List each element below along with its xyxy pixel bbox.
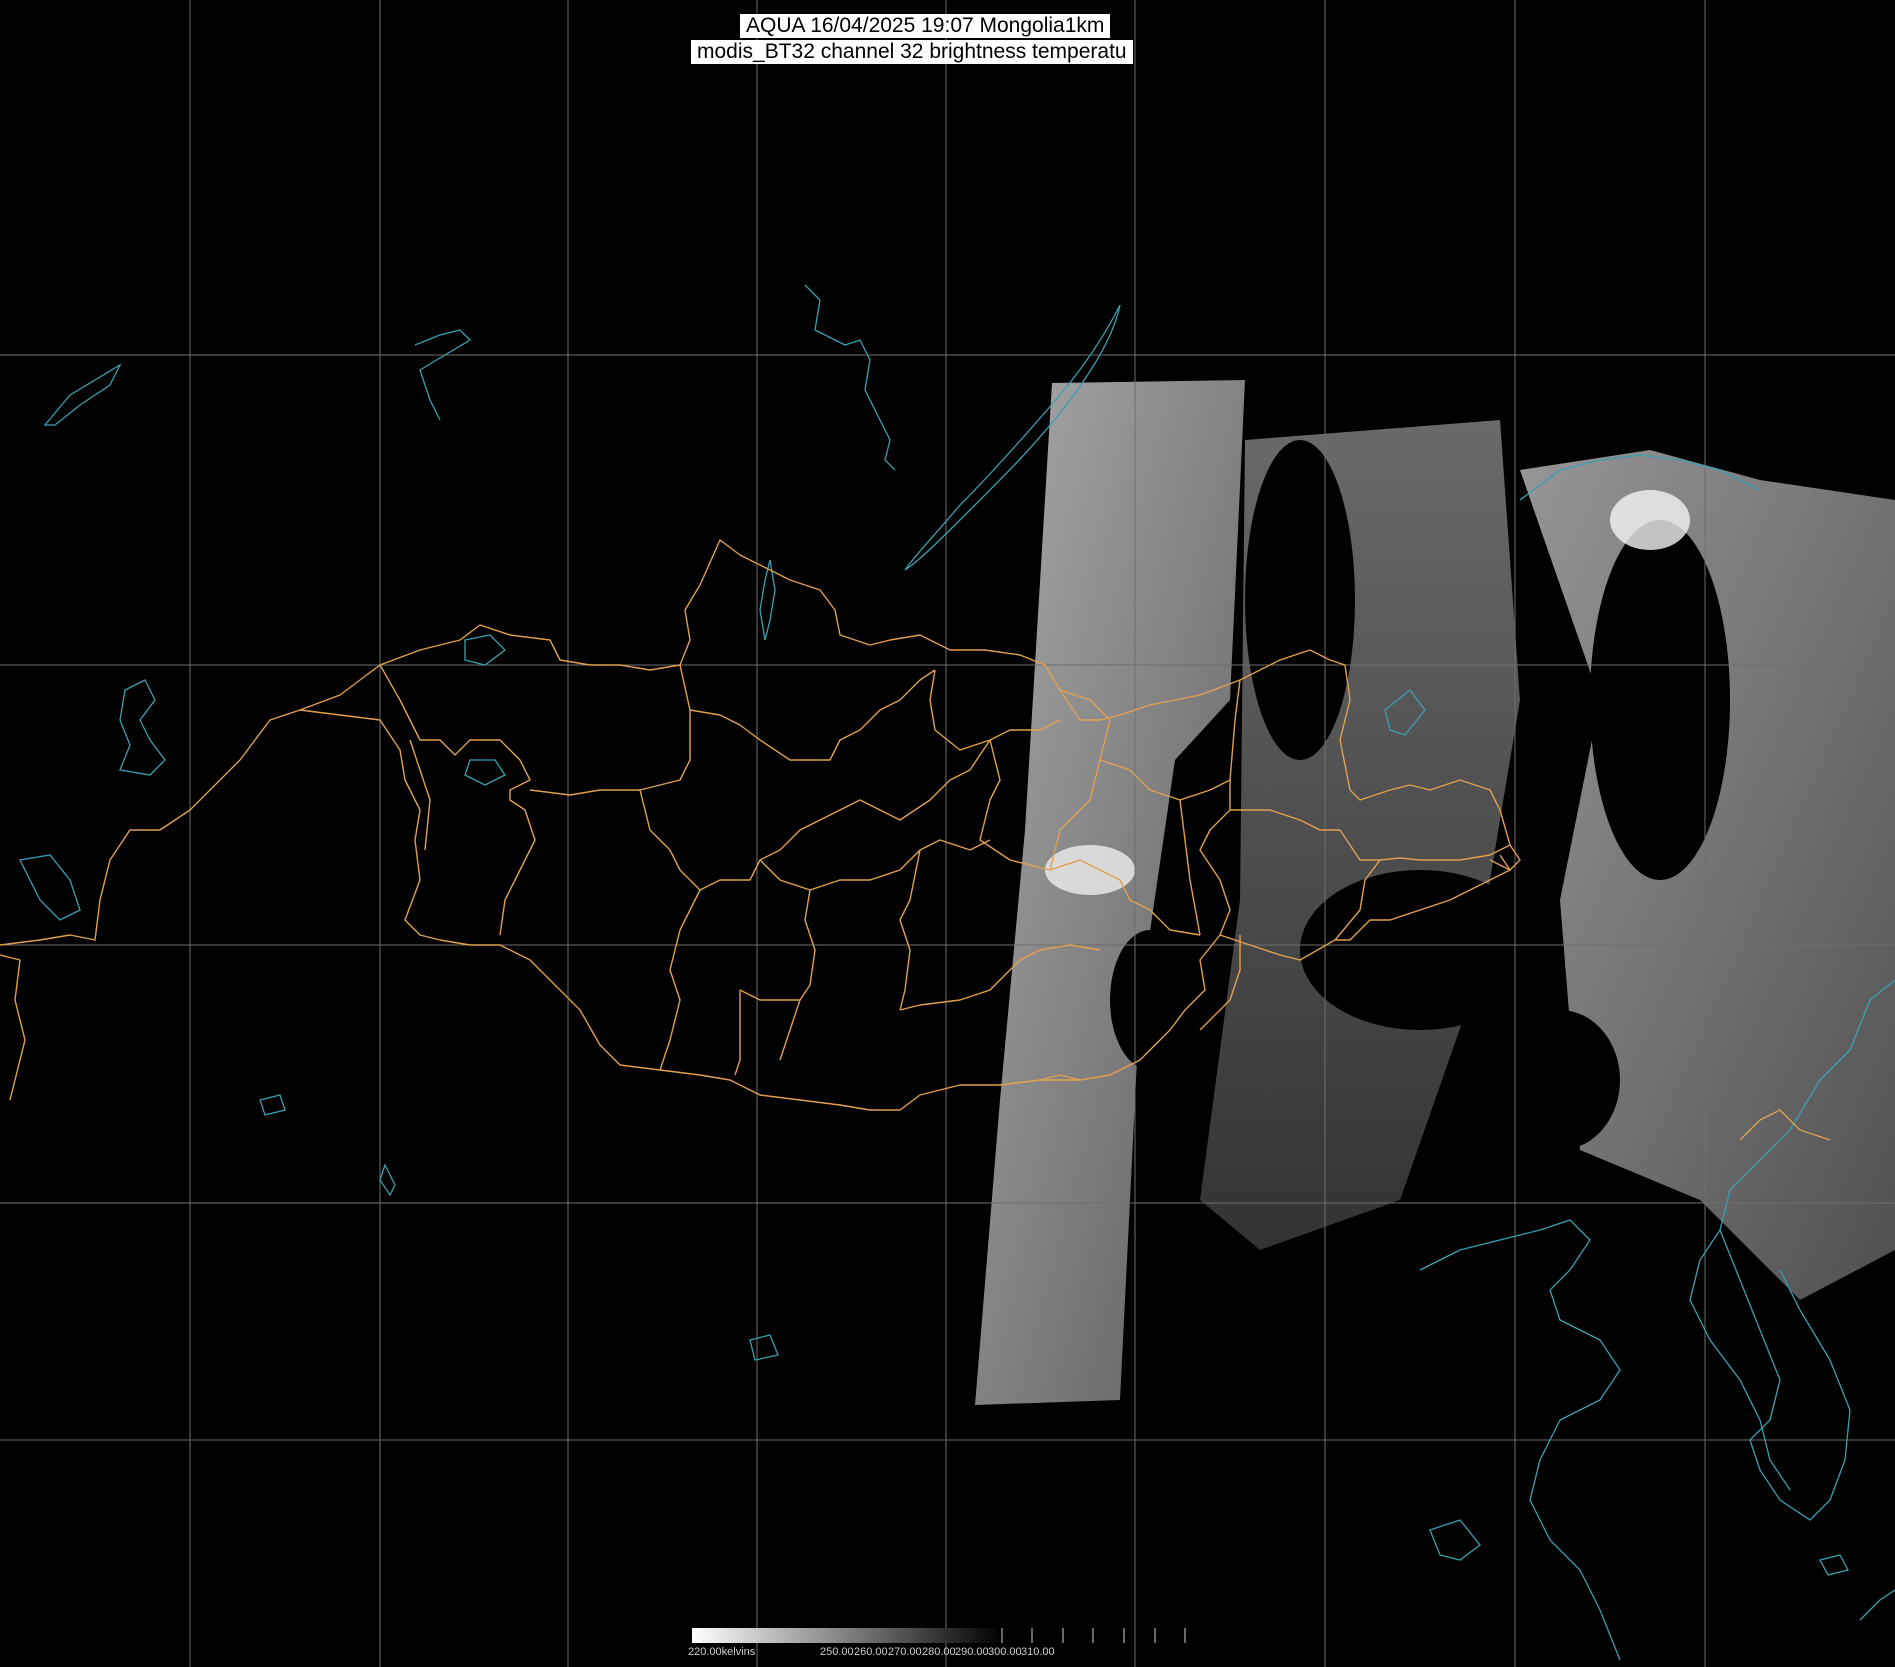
colorbar-tick-label: 300.00 [988, 1646, 1022, 1658]
islands-2 [1819, 1554, 1849, 1576]
aimag-16 [739, 989, 800, 1001]
aimag-6 [659, 889, 701, 1071]
lake-uvs [464, 634, 506, 666]
colorbar-tick-label: 250.00 [820, 1646, 854, 1658]
cloud-gap [1300, 870, 1540, 1030]
colorbar-tick-label: 260.00 [854, 1646, 888, 1658]
lake-achit [464, 759, 506, 786]
lake-south-west [259, 1094, 286, 1116]
colorbar-min-label: 220.00kelvins [688, 1646, 756, 1658]
swath-central [1200, 420, 1520, 1250]
bohai-coast [1419, 1219, 1621, 1421]
china-border-far [0, 954, 26, 1101]
lakes-west [119, 679, 166, 776]
lake-gobi [749, 1334, 779, 1361]
aimag-13 [779, 889, 816, 1061]
japan-coast [1859, 1589, 1895, 1621]
lake-far-west [19, 854, 81, 921]
lake-west [43, 363, 122, 426]
swath-west [975, 380, 1245, 1405]
colorbar-ticks [1001, 1628, 1186, 1643]
colorbar-tick-label: 310.00 [1021, 1646, 1055, 1658]
title-line-2: modis_BT32 channel 32 brightness tempera… [691, 40, 1133, 64]
aimag-3 [529, 664, 691, 796]
aimag-12 [899, 849, 921, 1011]
china-border-west [0, 709, 301, 946]
aimag-7 [759, 839, 991, 891]
aimag-21 [1179, 799, 1201, 936]
cloud-bright [1610, 490, 1690, 550]
river-north [804, 284, 896, 471]
colorbar-swatch [692, 1628, 1002, 1643]
aimag-19 [1229, 679, 1241, 781]
colorbar-tick-label: 270.00 [888, 1646, 922, 1658]
lake-south [379, 1163, 396, 1197]
islands [1429, 1519, 1481, 1561]
cloud-gap [1500, 1010, 1620, 1150]
imagery-swaths [975, 380, 1895, 1405]
cloud-gap [1245, 440, 1355, 760]
colorbar-tick-label: 280.00 [922, 1646, 956, 1658]
yellow-sea-coast [1529, 1419, 1621, 1661]
river-west [414, 329, 472, 421]
colorbar-tick-label: 290.00 [955, 1646, 989, 1658]
cloud-gap [1110, 930, 1190, 1070]
aimag-4 [689, 669, 936, 761]
aimag-1 [379, 664, 536, 936]
cloud-bright [1045, 845, 1135, 895]
aimag-8 [839, 739, 991, 821]
cloud-gap [1590, 520, 1730, 880]
title-line-1: AQUA 16/04/2025 19:07 Mongolia1km [740, 14, 1111, 38]
aimag-5 [639, 789, 841, 891]
aimag-15 [734, 990, 741, 1076]
colorbar [692, 1628, 1186, 1643]
satellite-map [0, 0, 1895, 1667]
